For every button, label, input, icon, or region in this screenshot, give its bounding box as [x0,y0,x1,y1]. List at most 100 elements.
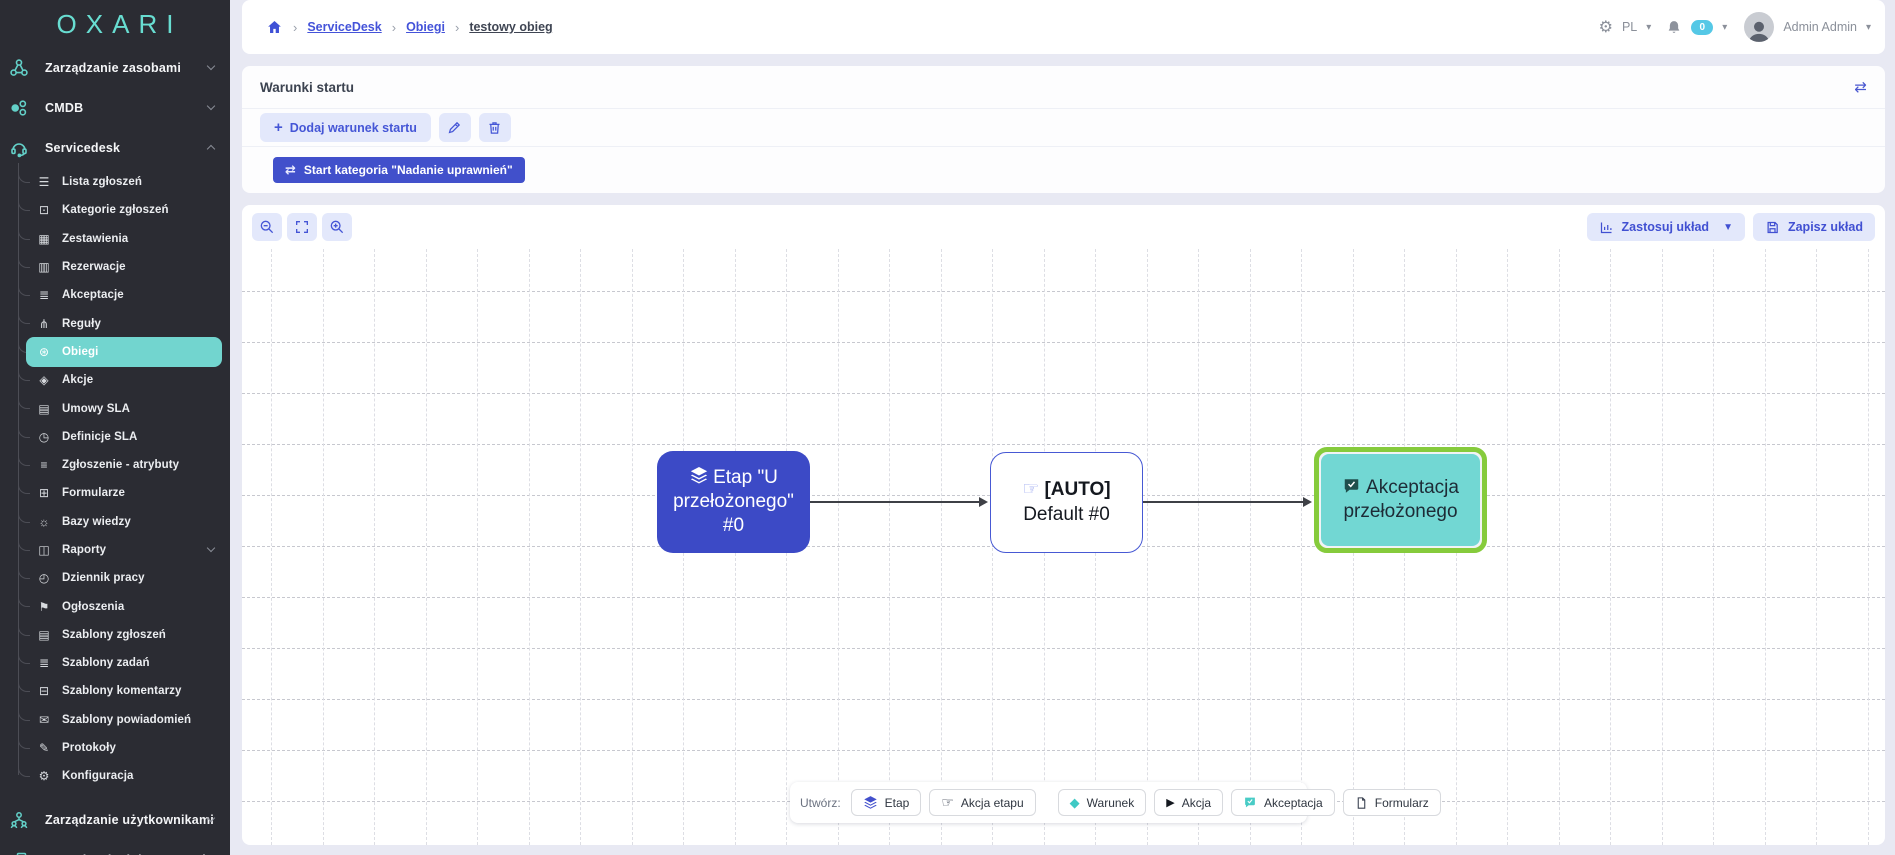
sidebar-item-zestawienia[interactable]: ▦Zestawienia [0,225,230,253]
sidebar-item-lista-zgloszen[interactable]: ☰Lista zgłoszeń [0,168,230,196]
sidebar-item-akcje[interactable]: ◈Akcje [0,366,230,394]
sidebar-item-akceptacje[interactable]: ≣Akceptacje [0,281,230,309]
breadcrumb-current: testowy obieg [469,20,552,34]
sidebar-item-label: Reguły [62,318,101,330]
sidebar-item-definicje-sla[interactable]: ◷Definicje SLA [0,423,230,451]
avatar[interactable] [1744,12,1774,42]
node-auto-subtitle: Default #0 [1023,503,1110,528]
chevron-down-icon[interactable]: ▾ [1722,22,1727,33]
create-warunek-label: Warunek [1087,796,1135,810]
node-accept[interactable]: Akceptacja przełożonego [1321,454,1480,546]
sidebar-item-label: Szablony zadań [62,657,150,669]
node-etap[interactable]: Etap "U przełożonego" #0 [657,451,810,553]
sidebar-item-obiegi[interactable]: ⊛Obiegi [0,338,230,366]
bubble-check-icon [1243,796,1257,809]
bell-icon[interactable] [1666,19,1682,36]
sidebar-section-cmdb[interactable]: CMDB [0,88,230,128]
node-accept-selection-outline[interactable]: Akceptacja przełożonego [1314,447,1487,553]
workflow-canvas[interactable]: Zastosuj układ ▼ Zapisz układ Etap "U pr… [242,205,1885,845]
cmdb-icon [8,98,30,118]
bubble-check-icon [1342,477,1361,495]
sidebar-item-label: Obiegi [62,346,98,358]
sidebar-item-protokoly[interactable]: ✎ Protokoły [0,734,230,762]
breadcrumb-separator: › [392,20,396,35]
sidebar-item-szablony-zgloszen[interactable]: ▤Szablony zgłoszeń [0,621,230,649]
gear-icon[interactable]: ⚙ [1599,17,1613,37]
zoom-in-button[interactable] [322,213,352,241]
trash-icon [487,120,502,135]
create-akcja-etapu-button[interactable]: ☞ Akcja etapu [929,789,1035,816]
edit-button[interactable] [439,113,471,142]
fit-view-button[interactable] [287,213,317,241]
sidebar-item-ogloszenia[interactable]: ⚑Ogłoszenia [0,592,230,620]
create-formularz-button[interactable]: Formularz [1343,789,1441,816]
sidebar-item-szablony-powiadomien[interactable]: ✉Szablony powiadomień [0,706,230,734]
sidebar-section-label: Zarządzanie użytkownikami [45,813,214,827]
add-start-condition-button[interactable]: + Dodaj warunek startu [260,113,431,142]
node-auto[interactable]: ☞[AUTO] Default #0 [990,452,1143,553]
sidebar-item-umowy-sla[interactable]: ▤Umowy SLA [0,394,230,422]
chevron-down-icon [207,102,215,110]
zoom-out-icon [259,219,275,235]
play-icon: ▶ [1166,796,1174,809]
fit-view-icon [294,219,310,235]
sidebar-item-rezerwacje[interactable]: ▥Rezerwacje [0,253,230,281]
sidebar-section-zarzadzanie-zasobami[interactable]: Zarządzanie zasobami [0,48,230,88]
user-name[interactable]: Admin Admin [1783,20,1857,34]
timer-icon: ◷ [35,430,53,444]
pencil-icon [447,120,462,135]
breadcrumb-servicedesk[interactable]: ServiceDesk [307,20,381,34]
sidebar-item-kategorie-zgloszen[interactable]: ⊡Kategorie zgłoszeń [0,196,230,224]
language-selector[interactable]: PL [1622,20,1637,34]
sidebar-section-zarzadzanie-uzytkownikami[interactable]: Zarządzanie użytkownikami [0,800,230,840]
create-akceptacja-button[interactable]: Akceptacja [1231,789,1335,816]
sidebar-section-zarzadzanie-dokumentami[interactable]: Zarządzanie dokumentami [0,840,230,855]
breadcrumb-obiegi[interactable]: Obiegi [406,20,445,34]
chevron-down-icon [207,62,215,70]
chevron-down-icon[interactable]: ▾ [1866,22,1871,33]
canvas-toolbar: Zastosuj układ ▼ Zapisz układ [242,205,1885,249]
create-etap-button[interactable]: Etap [851,789,922,816]
protocol-icon: ✎ [35,741,53,755]
create-warunek-button[interactable]: ◆ Warunek [1058,789,1147,816]
sidebar-item-szablony-komentarzy[interactable]: ⊟Szablony komentarzy [0,677,230,705]
edge-etap-to-auto [810,501,986,503]
panel-title: Warunki startu [260,80,354,95]
create-toolbar: Utwórz: Etap ☞ Akcja etapu ◆ Warunek ▶ A… [790,782,1307,823]
sidebar-item-raporty[interactable]: ◫Raporty [0,536,230,564]
template-task-icon: ≣ [35,656,53,670]
start-condition-chip[interactable]: ⇄ Start kategoria "Nadanie uprawnień" [273,157,525,183]
chevron-up-icon [207,145,215,153]
apply-layout-button[interactable]: Zastosuj układ ▼ [1587,213,1745,241]
sidebar-item-szablony-zadan[interactable]: ≣ Szablony zadań [0,649,230,677]
notification-count-badge[interactable]: 0 [1691,20,1713,35]
sidebar-item-bazy-wiedzy[interactable]: ☼Bazy wiedzy [0,508,230,536]
tags-icon: ⊡ [35,203,53,217]
create-formularz-label: Formularz [1375,796,1429,810]
sidebar-item-formularze[interactable]: ⊞ Formularze [0,479,230,507]
sidebar-item-dziennik-pracy[interactable]: ◴Dziennik pracy [0,564,230,592]
configuration-icon: ⚙ [35,769,53,783]
breadcrumb-separator: › [293,20,297,35]
zoom-out-button[interactable] [252,213,282,241]
delete-button[interactable] [479,113,511,142]
chevron-down-icon[interactable]: ▾ [1646,22,1651,33]
sidebar-item-label: Szablony powiadomień [62,714,191,726]
sidebar-item-reguly[interactable]: ⋔Reguły [0,309,230,337]
home-icon[interactable] [266,19,283,35]
sidebar-item-label: Rezerwacje [62,261,126,273]
sidebar-item-label: Formularze [62,487,125,499]
sidebar-item-konfiguracja[interactable]: ⚙Konfiguracja [0,762,230,790]
sidebar-item-zgloszenie-atrybuty[interactable]: ≡Zgłoszenie - atrybuty [0,451,230,479]
form-icon: ⊞ [35,486,53,500]
sidebar-item-label: Protokoły [62,742,116,754]
header-controls: ⚙ PL ▾ 0 ▾ Admin Admin ▾ [1599,12,1871,42]
sidebar-section-servicedesk[interactable]: Servicedesk [0,128,230,168]
swap-icon[interactable]: ⇄ [1854,78,1867,96]
start-conditions-panel: Warunki startu ⇄ + Dodaj warunek startu … [242,66,1885,193]
save-layout-button[interactable]: Zapisz układ [1753,213,1875,241]
breadcrumb-separator: › [455,20,459,35]
plus-icon: + [274,119,283,136]
create-akcja-button[interactable]: ▶ Akcja [1154,789,1223,816]
save-icon [1765,220,1780,235]
